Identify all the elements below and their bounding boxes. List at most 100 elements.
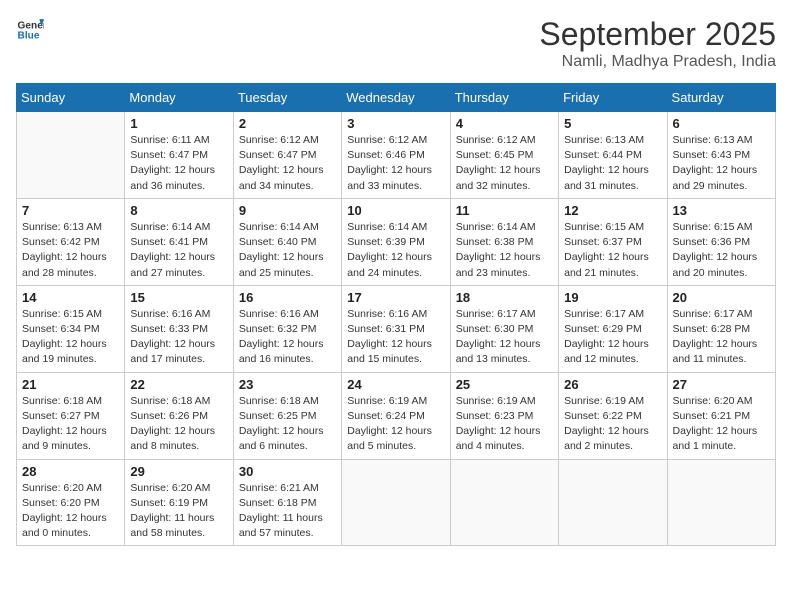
day-number: 23 bbox=[239, 377, 336, 392]
day-info: Sunrise: 6:17 AM Sunset: 6:29 PM Dayligh… bbox=[564, 307, 661, 368]
calendar-week-row: 7 Sunrise: 6:13 AM Sunset: 6:42 PM Daylig… bbox=[17, 198, 776, 285]
day-number: 16 bbox=[239, 290, 336, 305]
day-number: 2 bbox=[239, 116, 336, 131]
day-info: Sunrise: 6:12 AM Sunset: 6:45 PM Dayligh… bbox=[456, 133, 553, 194]
day-number: 12 bbox=[564, 203, 661, 218]
day-info: Sunrise: 6:18 AM Sunset: 6:25 PM Dayligh… bbox=[239, 394, 336, 455]
logo-icon: General Blue bbox=[16, 16, 44, 44]
day-info: Sunrise: 6:14 AM Sunset: 6:41 PM Dayligh… bbox=[130, 220, 227, 281]
day-number: 8 bbox=[130, 203, 227, 218]
calendar-cell: 22Sunrise: 6:18 AM Sunset: 6:26 PM Dayli… bbox=[125, 372, 233, 459]
day-number: 27 bbox=[673, 377, 770, 392]
day-info: Sunrise: 6:16 AM Sunset: 6:32 PM Dayligh… bbox=[239, 307, 336, 368]
day-info: Sunrise: 6:19 AM Sunset: 6:23 PM Dayligh… bbox=[456, 394, 553, 455]
day-info: Sunrise: 6:15 AM Sunset: 6:36 PM Dayligh… bbox=[673, 220, 770, 281]
day-info: Sunrise: 6:17 AM Sunset: 6:28 PM Dayligh… bbox=[673, 307, 770, 368]
day-number: 14 bbox=[22, 290, 119, 305]
weekday-header: Friday bbox=[559, 84, 667, 112]
calendar-week-row: 14 Sunrise: 6:15 AM Sunset: 6:34 PM Dayli… bbox=[17, 285, 776, 372]
weekday-header: Tuesday bbox=[233, 84, 341, 112]
day-info: Sunrise: 6:13 AM Sunset: 6:44 PM Dayligh… bbox=[564, 133, 661, 194]
calendar-cell: 6 Sunrise: 6:13 AM Sunset: 6:43 PM Daylig… bbox=[667, 112, 775, 199]
calendar-cell: 1 Sunrise: 6:11 AM Sunset: 6:47 PM Daylig… bbox=[125, 112, 233, 199]
day-number: 17 bbox=[347, 290, 444, 305]
calendar-cell bbox=[17, 112, 125, 199]
day-info: Sunrise: 6:18 AM Sunset: 6:26 PM Dayligh… bbox=[130, 394, 227, 455]
day-info: Sunrise: 6:16 AM Sunset: 6:33 PM Dayligh… bbox=[130, 307, 227, 368]
day-number: 26 bbox=[564, 377, 661, 392]
day-info: Sunrise: 6:13 AM Sunset: 6:43 PM Dayligh… bbox=[673, 133, 770, 194]
title-area: September 2025 Namli, Madhya Pradesh, In… bbox=[539, 16, 776, 71]
day-number: 7 bbox=[22, 203, 119, 218]
day-info: Sunrise: 6:20 AM Sunset: 6:21 PM Dayligh… bbox=[673, 394, 770, 455]
calendar-cell: 14 Sunrise: 6:15 AM Sunset: 6:34 PM Dayli… bbox=[17, 285, 125, 372]
day-info: Sunrise: 6:15 AM Sunset: 6:34 PM Dayligh… bbox=[22, 307, 119, 368]
calendar-week-row: 1 Sunrise: 6:11 AM Sunset: 6:47 PM Daylig… bbox=[17, 112, 776, 199]
calendar-cell: 21 Sunrise: 6:18 AM Sunset: 6:27 PM Dayli… bbox=[17, 372, 125, 459]
weekday-header: Sunday bbox=[17, 84, 125, 112]
calendar-cell: 8 Sunrise: 6:14 AM Sunset: 6:41 PM Daylig… bbox=[125, 198, 233, 285]
day-number: 29 bbox=[130, 464, 227, 479]
day-info: Sunrise: 6:15 AM Sunset: 6:37 PM Dayligh… bbox=[564, 220, 661, 281]
weekday-header: Thursday bbox=[450, 84, 558, 112]
day-number: 24 bbox=[347, 377, 444, 392]
day-info: Sunrise: 6:12 AM Sunset: 6:47 PM Dayligh… bbox=[239, 133, 336, 194]
day-number: 20 bbox=[673, 290, 770, 305]
calendar-cell: 25 Sunrise: 6:19 AM Sunset: 6:23 PM Dayli… bbox=[450, 372, 558, 459]
day-info: Sunrise: 6:16 AM Sunset: 6:31 PM Dayligh… bbox=[347, 307, 444, 368]
page-header: General Blue September 2025 Namli, Madhy… bbox=[16, 16, 776, 71]
day-number: 10 bbox=[347, 203, 444, 218]
calendar-table: SundayMondayTuesdayWednesdayThursdayFrid… bbox=[16, 83, 776, 546]
day-info: Sunrise: 6:17 AM Sunset: 6:30 PM Dayligh… bbox=[456, 307, 553, 368]
calendar-header-row: SundayMondayTuesdayWednesdayThursdayFrid… bbox=[17, 84, 776, 112]
day-number: 18 bbox=[456, 290, 553, 305]
calendar-cell bbox=[450, 459, 558, 546]
calendar-cell: 9 Sunrise: 6:14 AM Sunset: 6:40 PM Daylig… bbox=[233, 198, 341, 285]
calendar-cell: 16 Sunrise: 6:16 AM Sunset: 6:32 PM Dayli… bbox=[233, 285, 341, 372]
calendar-cell: 29 Sunrise: 6:20 AM Sunset: 6:19 PM Dayli… bbox=[125, 459, 233, 546]
day-number: 6 bbox=[673, 116, 770, 131]
svg-text:Blue: Blue bbox=[18, 31, 40, 42]
calendar-cell: 2 Sunrise: 6:12 AM Sunset: 6:47 PM Daylig… bbox=[233, 112, 341, 199]
calendar-cell bbox=[667, 459, 775, 546]
calendar-cell: 7 Sunrise: 6:13 AM Sunset: 6:42 PM Daylig… bbox=[17, 198, 125, 285]
day-info: Sunrise: 6:20 AM Sunset: 6:19 PM Dayligh… bbox=[130, 481, 227, 542]
day-number: 25 bbox=[456, 377, 553, 392]
calendar-cell: 12 Sunrise: 6:15 AM Sunset: 6:37 PM Dayli… bbox=[559, 198, 667, 285]
month-title: September 2025 bbox=[539, 16, 776, 53]
day-info: Sunrise: 6:19 AM Sunset: 6:22 PM Dayligh… bbox=[564, 394, 661, 455]
day-number: 1 bbox=[130, 116, 227, 131]
logo: General Blue bbox=[16, 16, 44, 44]
calendar-week-row: 21 Sunrise: 6:18 AM Sunset: 6:27 PM Dayli… bbox=[17, 372, 776, 459]
day-number: 9 bbox=[239, 203, 336, 218]
day-info: Sunrise: 6:20 AM Sunset: 6:20 PM Dayligh… bbox=[22, 481, 119, 542]
day-number: 30 bbox=[239, 464, 336, 479]
day-info: Sunrise: 6:14 AM Sunset: 6:39 PM Dayligh… bbox=[347, 220, 444, 281]
calendar-cell bbox=[559, 459, 667, 546]
day-info: Sunrise: 6:21 AM Sunset: 6:18 PM Dayligh… bbox=[239, 481, 336, 542]
day-number: 15 bbox=[130, 290, 227, 305]
day-info: Sunrise: 6:11 AM Sunset: 6:47 PM Dayligh… bbox=[130, 133, 227, 194]
calendar-cell: 30 Sunrise: 6:21 AM Sunset: 6:18 PM Dayli… bbox=[233, 459, 341, 546]
calendar-cell: 15 Sunrise: 6:16 AM Sunset: 6:33 PM Dayli… bbox=[125, 285, 233, 372]
day-info: Sunrise: 6:14 AM Sunset: 6:38 PM Dayligh… bbox=[456, 220, 553, 281]
calendar-cell: 4Sunrise: 6:12 AM Sunset: 6:45 PM Daylig… bbox=[450, 112, 558, 199]
calendar-cell: 13 Sunrise: 6:15 AM Sunset: 6:36 PM Dayli… bbox=[667, 198, 775, 285]
calendar-cell: 10 Sunrise: 6:14 AM Sunset: 6:39 PM Dayli… bbox=[342, 198, 450, 285]
calendar-cell: 27 Sunrise: 6:20 AM Sunset: 6:21 PM Dayli… bbox=[667, 372, 775, 459]
day-number: 11 bbox=[456, 203, 553, 218]
weekday-header: Saturday bbox=[667, 84, 775, 112]
day-info: Sunrise: 6:18 AM Sunset: 6:27 PM Dayligh… bbox=[22, 394, 119, 455]
calendar-cell: 20 Sunrise: 6:17 AM Sunset: 6:28 PM Dayli… bbox=[667, 285, 775, 372]
calendar-cell: 19Sunrise: 6:17 AM Sunset: 6:29 PM Dayli… bbox=[559, 285, 667, 372]
day-info: Sunrise: 6:13 AM Sunset: 6:42 PM Dayligh… bbox=[22, 220, 119, 281]
calendar-cell: 3Sunrise: 6:12 AM Sunset: 6:46 PM Daylig… bbox=[342, 112, 450, 199]
day-number: 21 bbox=[22, 377, 119, 392]
calendar-cell: 23 Sunrise: 6:18 AM Sunset: 6:25 PM Dayli… bbox=[233, 372, 341, 459]
day-number: 13 bbox=[673, 203, 770, 218]
calendar-cell: 17 Sunrise: 6:16 AM Sunset: 6:31 PM Dayli… bbox=[342, 285, 450, 372]
day-info: Sunrise: 6:14 AM Sunset: 6:40 PM Dayligh… bbox=[239, 220, 336, 281]
day-info: Sunrise: 6:19 AM Sunset: 6:24 PM Dayligh… bbox=[347, 394, 444, 455]
calendar-cell: 24 Sunrise: 6:19 AM Sunset: 6:24 PM Dayli… bbox=[342, 372, 450, 459]
weekday-header: Wednesday bbox=[342, 84, 450, 112]
